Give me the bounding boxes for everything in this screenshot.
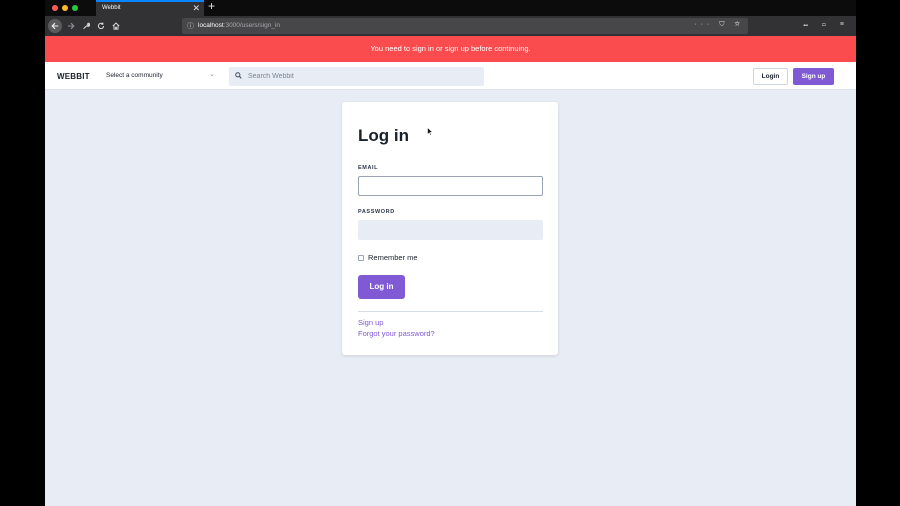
minimize-window-button[interactable] [62, 5, 68, 11]
chevron-down-icon[interactable]: ⌄ [209, 70, 215, 78]
browser-window: Webbit ✕ + ⓘ localhost:3000/users/sign_i… [45, 0, 856, 506]
tab-close-icon[interactable]: ✕ [192, 3, 200, 14]
info-icon[interactable]: ⓘ [187, 21, 194, 31]
url-actions-icons[interactable]: ··· ⛉ ☆ [694, 21, 744, 29]
app-header: WEBBIT Select a community ⌄ Login Sign u… [45, 62, 856, 90]
email-label: EMAIL [358, 165, 379, 171]
tools-button[interactable] [79, 19, 93, 33]
toolbar-right-icons[interactable]: ⑉ ▭ ≡ [804, 21, 850, 28]
zoom-window-button[interactable] [72, 5, 78, 11]
tab-title: Webbit [102, 5, 121, 11]
mouse-cursor-icon [427, 127, 433, 136]
remember-me-row[interactable]: Remember me [358, 253, 418, 262]
new-tab-button[interactable]: + [208, 0, 215, 13]
navigation-bar: ⓘ localhost:3000/users/sign_in ··· ⛉ ☆ ⑉… [45, 16, 856, 36]
wrench-icon [83, 22, 91, 30]
url-text: localhost:3000/users/sign_in [198, 22, 280, 29]
url-path: :3000/users/sign_in [223, 22, 281, 29]
login-submit-button[interactable]: Log in [358, 275, 405, 299]
url-host: localhost [198, 22, 224, 29]
search-icon [235, 72, 242, 79]
tab-webbit[interactable]: Webbit ✕ [96, 0, 204, 16]
back-button[interactable] [48, 19, 62, 33]
reload-icon [97, 22, 105, 30]
arrow-left-icon [51, 22, 59, 30]
search-box[interactable] [229, 67, 484, 86]
remember-me-checkbox[interactable] [358, 254, 364, 261]
page-title: Log in [358, 126, 409, 145]
close-window-button[interactable] [52, 5, 58, 11]
forward-button[interactable] [64, 19, 78, 33]
logo[interactable]: WEBBIT [57, 72, 90, 81]
search-input[interactable] [248, 67, 478, 86]
forgot-password-link[interactable]: Forgot your password? [358, 329, 435, 338]
flash-alert: You need to sign in or sign up before co… [45, 36, 856, 62]
login-card: Log in EMAIL PASSWORD Remember me Log in… [342, 102, 558, 355]
email-field[interactable] [358, 176, 543, 196]
remember-me-label[interactable]: Remember me [368, 253, 418, 262]
signup-link[interactable]: Sign up [358, 318, 383, 327]
reload-button[interactable] [94, 19, 108, 33]
signup-button[interactable]: Sign up [793, 68, 834, 85]
home-button[interactable] [109, 19, 123, 33]
tab-strip: Webbit ✕ + [45, 0, 856, 16]
password-label: PASSWORD [358, 209, 395, 215]
arrow-right-icon [67, 22, 75, 30]
login-button[interactable]: Login [753, 68, 788, 85]
divider [358, 311, 543, 312]
community-select[interactable]: Select a community [106, 72, 163, 79]
home-icon [112, 22, 120, 30]
url-bar[interactable]: ⓘ localhost:3000/users/sign_in ··· ⛉ ☆ [182, 18, 748, 34]
password-field[interactable] [358, 220, 543, 240]
